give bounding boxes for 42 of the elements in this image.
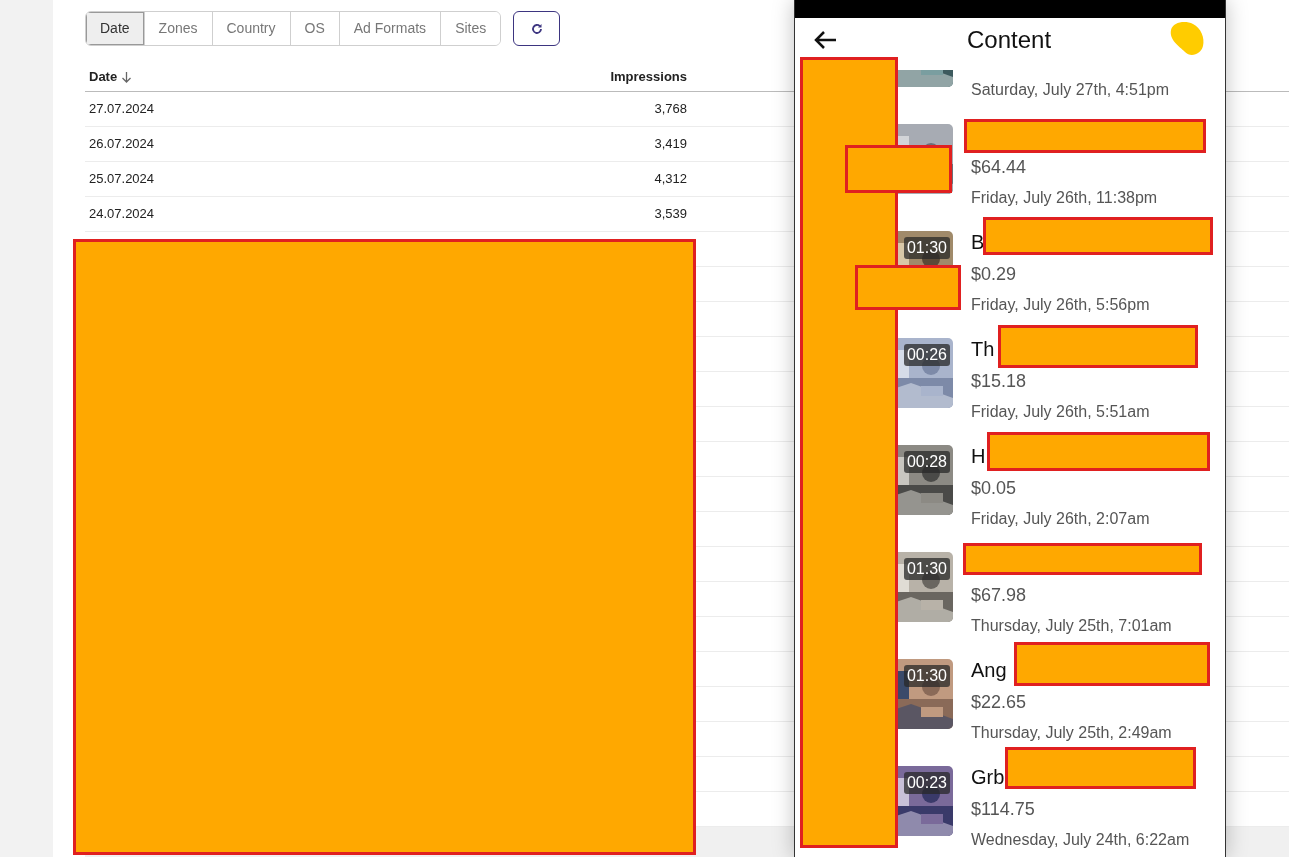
video-title: Grb [971,766,1005,788]
price-text: $0.05 [971,478,1017,498]
column-header[interactable]: Date [89,66,118,87]
duration-badge: 00:23 [903,772,950,794]
table-cell-text: 4,312 [653,170,687,189]
video-title: Ang [971,659,1007,681]
date-text: Thursday, July 25th, 7:01am [971,617,1172,634]
back-arrow-icon[interactable] [813,30,837,50]
table-cell-text: 26.07.2024 [88,135,156,154]
tab[interactable]: Date [86,12,145,45]
duration-badge: 01:30 [903,558,950,580]
price-text: $22.65 [971,692,1027,712]
table-cell-text: 3,419 [653,135,687,154]
video-title: B [971,231,985,253]
screen-title: Content [967,25,1052,55]
price-text: $67.98 [971,585,1027,605]
date-text: Wednesday, July 24th, 6:22am [971,831,1190,848]
date-text: Thursday, July 25th, 2:49am [971,724,1172,741]
column-header[interactable]: Impressions [425,66,687,87]
table-cell-text: 27.07.2024 [88,100,156,119]
price-text: $64.44 [971,157,1027,177]
refresh-button[interactable] [513,11,561,46]
price-text: $0.29 [971,264,1017,284]
table-cell-text: 25.07.2024 [88,170,156,189]
table-cell-text: 3,539 [653,205,687,224]
table-cell-text: 24.07.2024 [88,205,156,224]
date-text: Friday, July 26th, 5:56pm [971,296,1150,313]
duration-badge: 00:26 [903,344,950,366]
price-text: $114.75 [971,799,1035,819]
video-title: H [971,445,986,467]
price-text: $15.18 [971,371,1027,391]
refresh-icon [530,22,543,35]
date-text: Friday, July 26th, 2:07am [971,510,1150,527]
sort-down-icon[interactable] [121,70,133,83]
duration-badge: 01:30 [903,237,950,259]
video-title: Th [971,338,995,360]
duration-badge: 01:30 [903,665,950,687]
date-text: Friday, July 26th, 5:51am [971,403,1150,420]
date-text: Saturday, July 27th, 4:51pm [971,81,1170,98]
duration-badge: 00:28 [903,451,950,473]
table-cell-text: 3,768 [653,100,687,119]
date-text: Friday, July 26th, 11:38pm [971,189,1158,206]
